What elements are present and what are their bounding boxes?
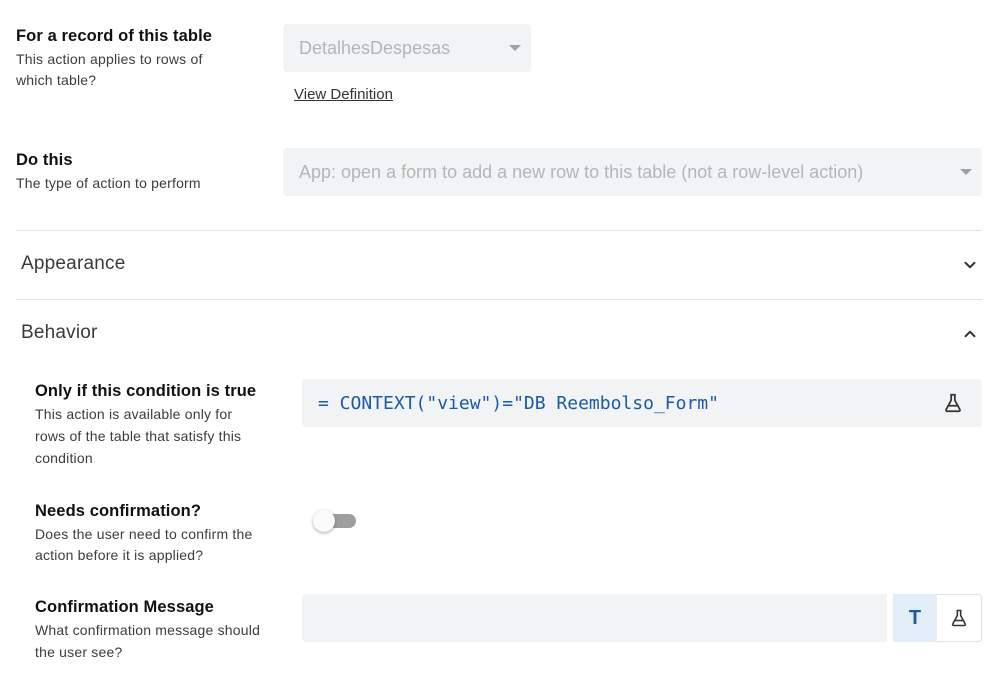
- confirmation-message-input[interactable]: [302, 594, 887, 642]
- confirmation-message-description-2: the user see?: [35, 644, 123, 660]
- condition-description-3: condition: [35, 450, 93, 466]
- toggle-knob: [313, 510, 335, 532]
- do-this-title: Do this: [16, 151, 73, 169]
- appearance-section-header[interactable]: Appearance: [16, 231, 982, 299]
- table-select-value: DetalhesDespesas: [299, 37, 451, 58]
- record-table-description-1: This action applies to rows of: [16, 51, 203, 67]
- record-table-title: For a record of this table: [16, 27, 213, 45]
- confirmation-toggle[interactable]: [312, 509, 360, 535]
- chevron-up-icon: [964, 330, 976, 338]
- appearance-label: Appearance: [21, 253, 126, 274]
- table-select[interactable]: DetalhesDespesas: [283, 24, 531, 72]
- flask-icon[interactable]: [942, 392, 964, 414]
- action-type-select[interactable]: App: open a form to add a new row to thi…: [283, 148, 982, 196]
- view-definition-link[interactable]: View Definition: [294, 86, 393, 103]
- confirmation-description-2: action before it is applied?: [35, 547, 204, 563]
- confirmation-message-title: Confirmation Message: [35, 598, 214, 616]
- behavior-section-header[interactable]: Behavior: [16, 300, 982, 366]
- condition-description-2: rows of the table that satisfy this: [35, 428, 242, 444]
- condition-expression-field[interactable]: = CONTEXT("view")="DB Reembolso_Form": [302, 379, 982, 427]
- confirmation-description-1: Does the user need to confirm the: [35, 526, 253, 542]
- text-mode-label: T: [908, 606, 922, 629]
- caret-down-icon: [960, 169, 972, 175]
- record-table-description-2: which table?: [16, 72, 97, 88]
- condition-expression-value: = CONTEXT("view")="DB Reembolso_Form": [318, 392, 719, 414]
- condition-title: Only if this condition is true: [35, 382, 257, 400]
- chevron-down-icon: [964, 261, 976, 269]
- confirmation-message-description-1: What confirmation message should: [35, 622, 261, 638]
- caret-down-icon: [509, 45, 521, 51]
- action-type-select-value: App: open a form to add a new row to thi…: [299, 161, 864, 182]
- text-mode-button[interactable]: T: [893, 594, 937, 642]
- behavior-label: Behavior: [21, 322, 98, 343]
- flask-icon: [951, 609, 967, 627]
- confirmation-title: Needs confirmation?: [35, 502, 202, 520]
- do-this-description: The type of action to perform: [16, 175, 201, 191]
- condition-description-1: This action is available only for: [35, 406, 233, 422]
- expression-mode-button[interactable]: [937, 594, 982, 642]
